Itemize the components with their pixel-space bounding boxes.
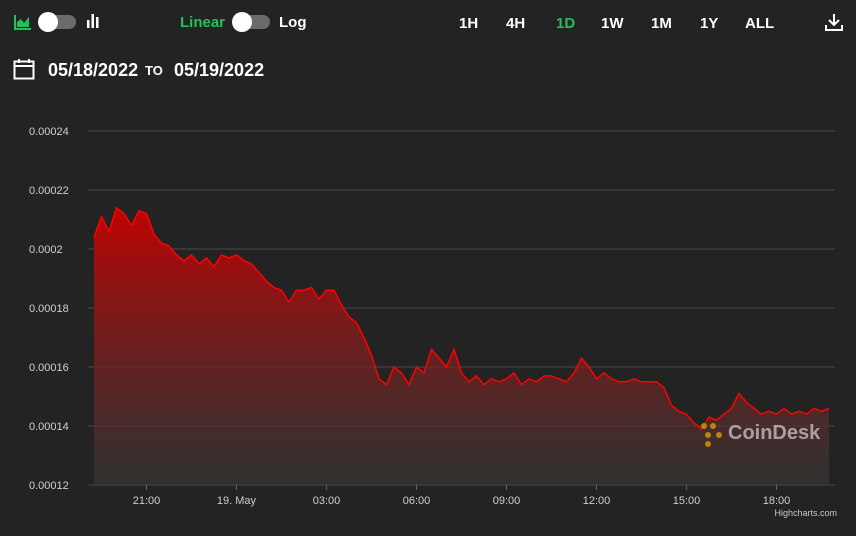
y-tick-label: 0.00012 (29, 480, 69, 492)
x-tick-label: 03:00 (313, 495, 341, 507)
x-tick-label: 19. May (217, 495, 257, 507)
x-axis: 21:00 19. May 03:00 06:00 09:00 12:00 15:00 18:… (133, 485, 791, 507)
coindesk-watermark: CoinDesk (700, 420, 830, 450)
y-tick-label: 0.00024 (29, 126, 69, 138)
x-tick-label: 12:00 (583, 495, 611, 507)
y-tick-label: 0.00014 (29, 421, 69, 433)
x-tick-label: 21:00 (133, 495, 161, 507)
watermark-text: CoinDesk (728, 422, 821, 444)
x-tick-label: 06:00 (403, 495, 431, 507)
y-tick-label: 0.00022 (29, 185, 69, 197)
highcharts-credits[interactable]: Highcharts.com (774, 508, 837, 518)
coindesk-logo-icon (701, 423, 722, 447)
y-tick-label: 0.0002 (29, 244, 63, 256)
y-axis: 0.00012 0.00014 0.00016 0.00018 0.0002 0.0002… (29, 126, 69, 492)
x-tick-label: 15:00 (673, 495, 701, 507)
y-tick-label: 0.00018 (29, 303, 69, 315)
x-tick-label: 09:00 (493, 495, 521, 507)
x-tick-label: 18:00 (763, 495, 791, 507)
price-chart[interactable]: 0.00012 0.00014 0.00016 0.00018 0.0002 0.0002… (0, 0, 856, 536)
y-tick-label: 0.00016 (29, 362, 69, 374)
